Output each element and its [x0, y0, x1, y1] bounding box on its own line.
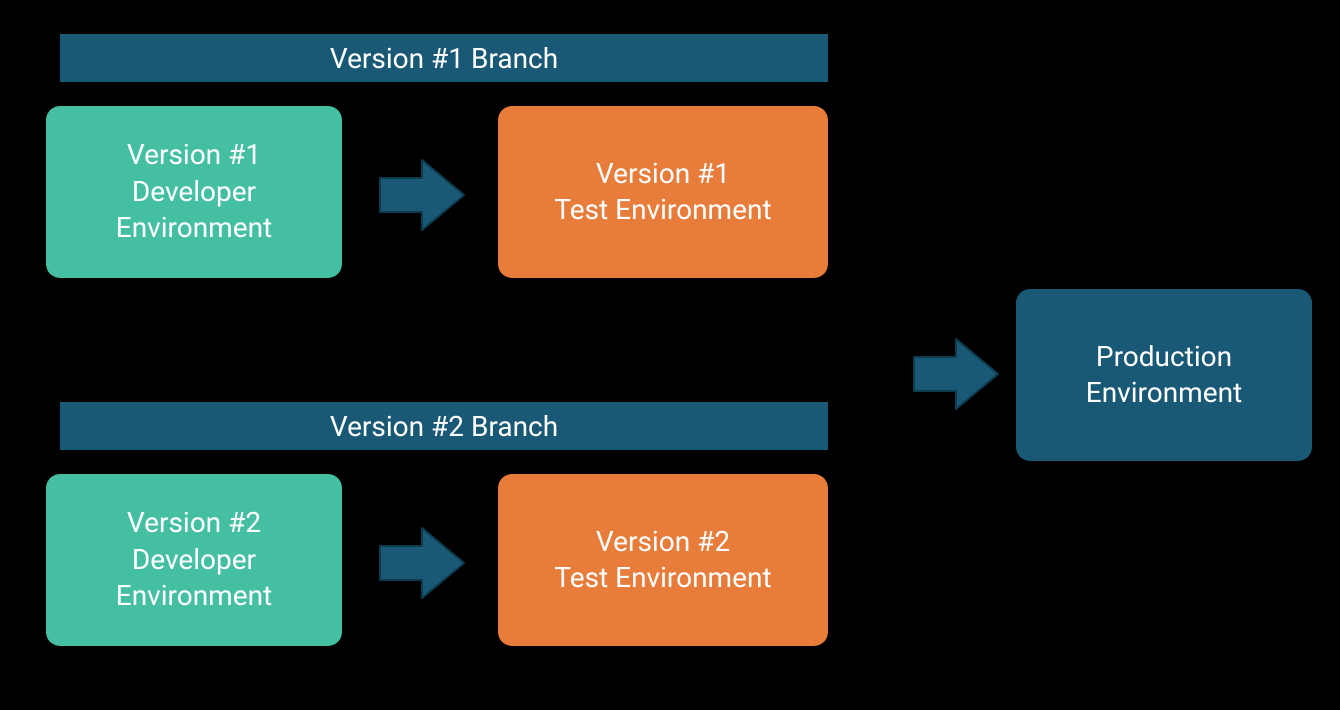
dev-env-box-2: Version #2DeveloperEnvironment — [46, 474, 342, 646]
arrow-icon — [378, 524, 468, 602]
arrow-icon — [378, 156, 468, 234]
test-env-box-1: Version #1Test Environment — [498, 106, 828, 278]
arrow-icon — [912, 335, 1002, 413]
branch-header-2: Version #2 Branch — [60, 402, 828, 450]
dev-env-box-1: Version #1DeveloperEnvironment — [46, 106, 342, 278]
test-env-box-2: Version #2Test Environment — [498, 474, 828, 646]
branch-header-1: Version #1 Branch — [60, 34, 828, 82]
production-box: ProductionEnvironment — [1016, 289, 1312, 461]
